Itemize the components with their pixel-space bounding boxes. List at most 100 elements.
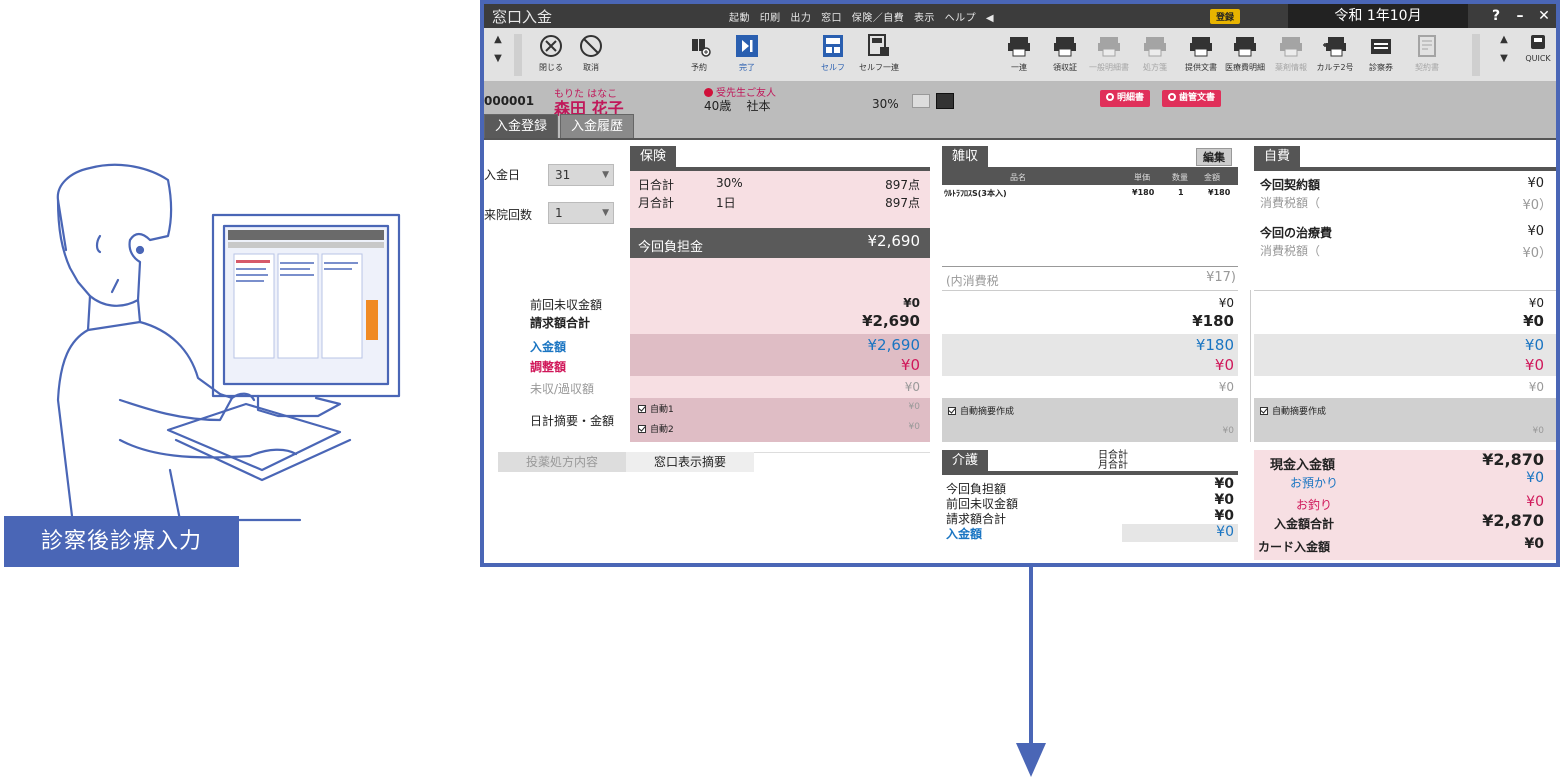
insurance-monthly-days: 1日 [716,196,736,210]
unpaid-label: 未収/過収額 [530,382,595,396]
printer-icon [1008,37,1030,57]
card-value: ¥0 [1524,536,1544,552]
receipt-button[interactable]: 領収証 [1042,33,1088,73]
bill-total-label: 請求額合計 [530,316,591,330]
toolbar-scroll-right[interactable]: ▲ ▼ [1496,34,1512,76]
record-button[interactable]: 一般明細書 [1086,33,1132,73]
patient-rate: 30% [872,97,899,111]
total-value: ¥2,870 [1482,511,1544,530]
all-print-button[interactable]: 一連 [996,33,1042,73]
dental-docs-button[interactable]: 歯管文書 [1162,90,1222,107]
self-all-button[interactable]: セルフ一連 [856,33,902,73]
detail-statement-button[interactable]: 明細書 [1100,90,1151,107]
selfpay-vdivider [1250,290,1251,442]
close-window-button[interactable]: ✕ [1532,4,1556,28]
insurance-bill-value: ¥2,690 [862,312,920,330]
minimize-button[interactable]: – [1508,4,1532,28]
payment-date-select[interactable]: 31 ▼ [548,164,614,186]
misc-table-header: 品名 単価 数量 金額 [942,171,1238,185]
care-paid-value[interactable]: ¥0 [1134,524,1234,540]
selfpay-unpaid-value: ¥0 [1528,380,1544,394]
prescription-button[interactable]: 処方箋 [1132,33,1178,73]
reserve-button[interactable]: 予約 [676,33,722,73]
menu-collapse-icon[interactable]: ◀ [986,13,994,24]
menu-view[interactable]: 表示 [914,13,935,24]
care-bill-value: ¥0 [1214,508,1234,524]
checkbox-icon [948,407,956,415]
main-tabs: 入金登録 入金履歴 [484,114,636,138]
stage: 診察後診療入力 窓口入金 起動 印刷 出力 窓口 保険／自費 表示 ヘルプ ◀ … [0,0,1560,780]
app-window: 窓口入金 起動 印刷 出力 窓口 保険／自費 表示 ヘルプ ◀ 登録 令和 1年… [480,0,1560,567]
prev-unpaid-label: 前回未収金額 [530,298,603,312]
selfpay-auto-summary-checkbox[interactable]: 自動摘要作成 [1260,404,1326,417]
misc-divider-2 [942,290,1238,291]
patient-id: 000001 [484,94,535,108]
printer-icon [1144,37,1166,57]
menu-output[interactable]: 出力 [790,13,811,24]
change-label: お釣り [1296,498,1333,512]
insurance-unpaid-value: ¥0 [904,380,920,394]
photo-icon[interactable] [936,93,954,109]
cancel-button[interactable]: 取消 [568,33,614,73]
misc-divider [942,266,1238,267]
insurance-adjust-value[interactable]: ¥0 [820,356,920,374]
auto2-checkbox[interactable]: 自動2 [638,422,674,435]
karte-print-icon [1323,37,1346,57]
help-button[interactable]: ? [1484,4,1508,28]
insurance-paid-value[interactable]: ¥2,690 [820,336,921,354]
auto1-checkbox[interactable]: 自動1 [638,402,674,415]
menu-help[interactable]: ヘルプ [945,13,977,24]
exam-card-button[interactable]: 診察券 [1358,33,1404,73]
karte2-button[interactable]: カルテ2号 [1312,33,1358,73]
self-button[interactable]: セルフ [810,33,856,73]
misc-auto-summary-checkbox[interactable]: 自動摘要作成 [948,404,1014,417]
contract-value: ¥0 [1527,176,1544,191]
tab-payment-history[interactable]: 入金履歴 [560,114,635,138]
cancel-icon [580,35,602,57]
quick-button[interactable]: QUICK [1518,33,1556,63]
menu-print[interactable]: 印刷 [760,13,781,24]
misc-item-row[interactable]: ｳﾙﾄﾗﾌﾛｽS(3本入) ¥180 1 ¥180 [942,186,1238,202]
menu-bar: 起動 印刷 出力 窓口 保険／自費 表示 ヘルプ ◀ [729,9,1000,24]
deposit-value[interactable]: ¥0 [1444,470,1544,486]
misc-adjust-value[interactable]: ¥0 [1134,356,1234,374]
insurance-daily-points: 897点 [885,178,920,192]
checkbox-icon [1260,407,1268,415]
chevron-down-icon: ▼ [602,170,609,180]
selfpay-adjust-value[interactable]: ¥0 [1444,356,1544,374]
toolbar-scroll-left[interactable]: ▲ ▼ [490,34,506,76]
misc-tax-label: (内消費税 [946,274,999,288]
toolbar-handle-right[interactable] [1472,34,1480,76]
tab-payment-entry[interactable]: 入金登録 [484,114,559,138]
contract-button[interactable]: 契約書 [1404,33,1450,73]
misc-auto-value: ¥0 [1222,426,1234,436]
tab-prescription[interactable]: 投薬処方内容 [498,452,626,472]
care-header: 介護 [942,450,989,471]
id-card-icon[interactable] [912,94,930,108]
checkbox-icon [638,425,646,433]
selfpay-paid-value[interactable]: ¥0 [1444,336,1544,354]
selfpay-header: 自費 [1254,146,1301,167]
menu-insurance[interactable]: 保険／自費 [852,13,905,24]
misc-paid-value[interactable]: ¥180 [1134,336,1234,354]
menu-launch[interactable]: 起動 [729,13,750,24]
burden-value: ¥2,690 [867,232,921,250]
paid-amount-label: 入金額 [530,340,567,354]
misc-tax-value: ¥17) [1206,270,1236,285]
col-item: 品名 [1010,173,1026,182]
medical-detail-button[interactable]: 医療費明細 [1222,33,1268,73]
complete-icon [736,35,758,57]
insurance-prev-value: ¥0 [903,296,920,310]
misc-edit-button[interactable]: 編集 [1196,148,1232,166]
toolbar-handle-left[interactable] [514,34,522,76]
drug-info-button[interactable]: 薬剤情報 [1268,33,1314,73]
provision-doc-button[interactable]: 提供文書 [1178,33,1224,73]
complete-button[interactable]: 完了 [724,33,770,73]
tab-window-summary[interactable]: 窓口表示摘要 [626,452,754,472]
printer-icon [1190,37,1212,57]
circle-icon [1168,93,1176,101]
close-circle-icon [540,35,562,57]
visit-count-select[interactable]: 1 ▼ [548,202,614,224]
menu-window[interactable]: 窓口 [821,13,842,24]
printer-icon [1054,37,1076,57]
